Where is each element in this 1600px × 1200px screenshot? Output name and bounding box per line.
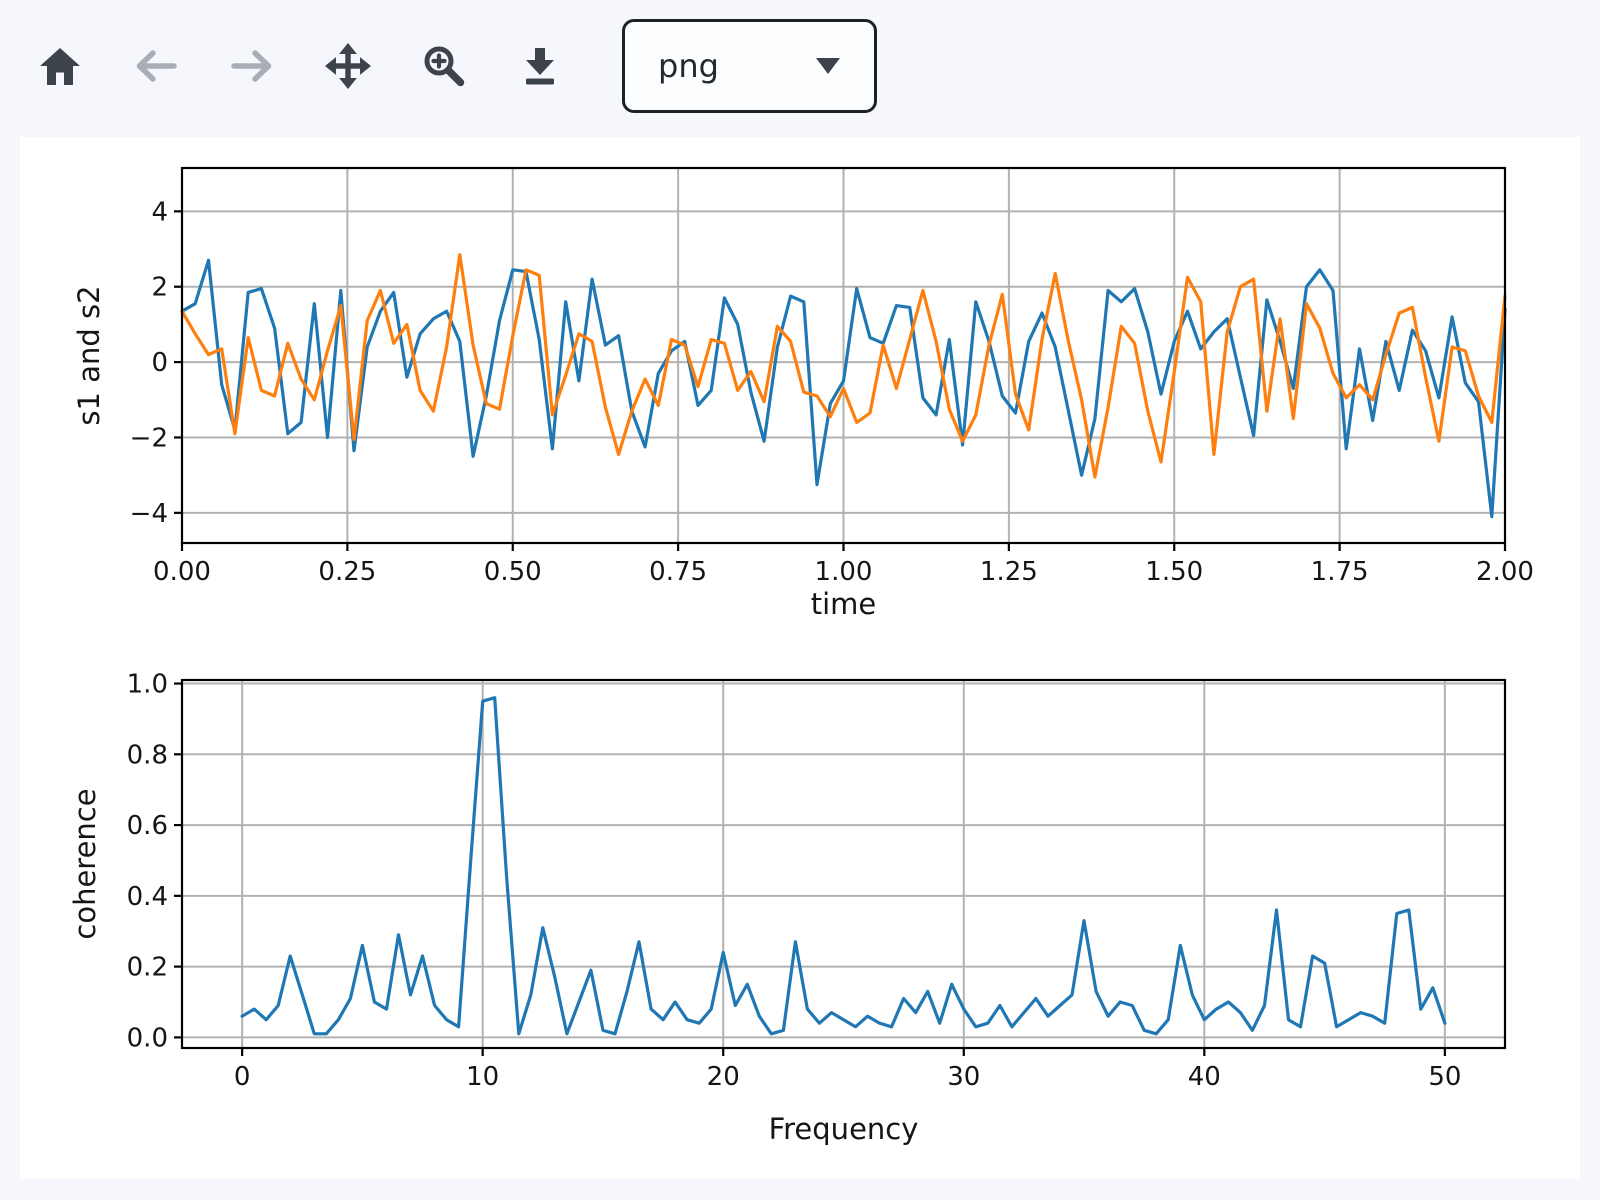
x-tick-label: 0.75: [649, 557, 707, 587]
x-tick-label: 20: [707, 1062, 740, 1092]
y-tick-label: 4: [151, 197, 168, 227]
x-tick-label: 30: [947, 1062, 980, 1092]
x-tick-label: 1.50: [1145, 557, 1203, 587]
axes-1: 0.00 0.25 0.50 0.75 1.00 1.25 1.50 1.75 2.00 −4 −2…: [72, 168, 1534, 621]
x-tick-label: 1.00: [815, 557, 873, 587]
y-tick-label: 0: [151, 348, 168, 378]
x-tick-label: 0.00: [153, 557, 211, 587]
y-tick-label: 0.4: [127, 882, 168, 912]
y-tick-label: −2: [130, 423, 168, 453]
y-tick-label: 0.6: [127, 811, 168, 841]
y-tick-label: 2: [151, 273, 168, 303]
x-tick-label: 0.50: [484, 557, 542, 587]
x-axis-label: Frequency: [769, 1112, 919, 1146]
x-tick-label: 1.75: [1311, 557, 1369, 587]
x-tick-label: 1.25: [980, 557, 1038, 587]
y-tick-label: 0.2: [127, 953, 168, 983]
figure: 0.000.250.500.751.001.251.501.752.00−4−2…: [0, 0, 1600, 1200]
x-tick-label: 10: [466, 1062, 499, 1092]
x-tick-label: 0: [234, 1062, 251, 1092]
x-tick-label: 40: [1188, 1062, 1221, 1092]
y-axis-label: coherence: [68, 788, 102, 939]
x-tick-label: 50: [1428, 1062, 1461, 1092]
y-tick-label: 1.0: [127, 670, 168, 700]
y-tick-label: 0.0: [127, 1023, 168, 1053]
x-tick-label: 2.00: [1476, 557, 1534, 587]
x-tick-label: 0.25: [318, 557, 376, 587]
coherence-line: [242, 698, 1445, 1034]
y-tick-label: −4: [130, 499, 168, 529]
y-axis-label: s1 and s2: [72, 285, 106, 425]
x-axis-label: time: [811, 587, 877, 621]
axes-2: 0 10 20 30 40 50 0.0 0.2 0.4 0.6 0.8 1.0 Frequency co…: [68, 670, 1505, 1146]
y-tick-label: 0.8: [127, 740, 168, 770]
